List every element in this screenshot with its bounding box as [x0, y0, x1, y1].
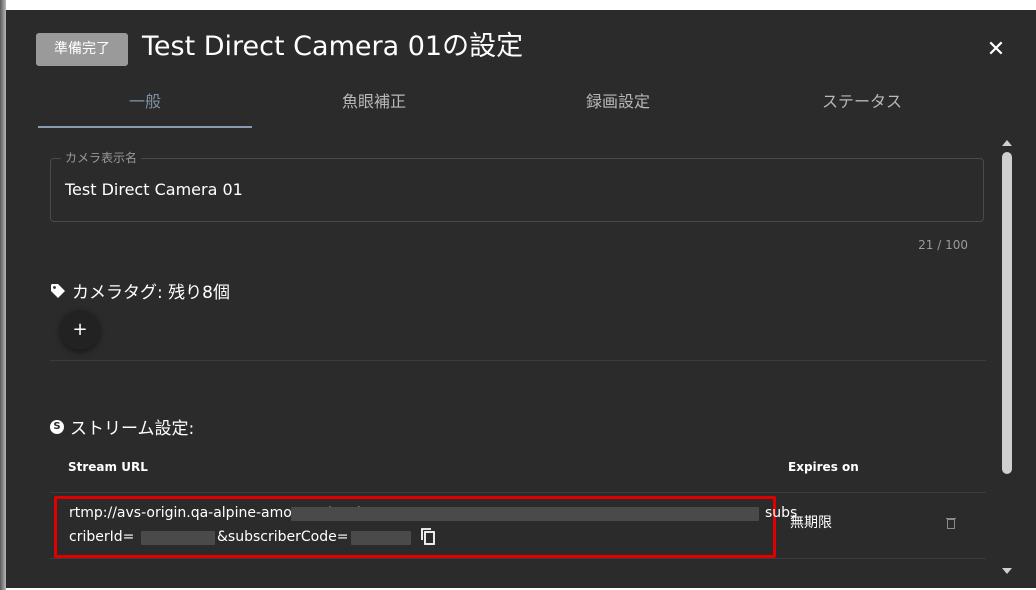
redacted-region	[291, 507, 759, 521]
tab-general[interactable]: 一般	[38, 82, 252, 128]
stream-url-part4: &subscriberCode=	[217, 529, 349, 545]
camera-settings-dialog: 準備完了 Test Direct Camera 01の設定 ✕ 一般 魚眼補正 …	[6, 10, 1036, 588]
stream-settings-heading: S ストリーム設定:	[50, 414, 194, 439]
delete-icon[interactable]	[946, 514, 956, 533]
camera-display-name-label: カメラ表示名	[61, 150, 142, 166]
general-tab-content: カメラ表示名 Test Direct Camera 01 21 / 100 カメ…	[38, 132, 988, 588]
plus-icon: +	[72, 319, 88, 340]
add-tag-button[interactable]: +	[60, 310, 100, 350]
redacted-region	[351, 531, 411, 545]
scroll-up-arrow-icon[interactable]	[1002, 140, 1012, 146]
scrollbar-thumb[interactable]	[1002, 152, 1012, 474]
tab-bar: 一般 魚眼補正 録画設定 ステータス	[38, 82, 984, 130]
close-icon: ✕	[986, 37, 1006, 62]
scroll-down-arrow-icon[interactable]	[1002, 568, 1012, 574]
camera-display-name-input[interactable]: Test Direct Camera 01	[65, 179, 243, 201]
character-counter: 21 / 100	[918, 238, 968, 252]
stream-settings-label: ストリーム設定:	[70, 419, 195, 439]
stream-icon: S	[50, 419, 64, 434]
column-header-expires-on: Expires on	[788, 460, 859, 474]
vertical-scrollbar[interactable]	[1000, 132, 1014, 588]
tab-recording-settings[interactable]: 録画設定	[496, 82, 740, 128]
tab-status[interactable]: ステータス	[740, 82, 984, 128]
close-button[interactable]: ✕	[980, 34, 1012, 66]
redacted-region	[141, 531, 215, 545]
stream-url-highlight: rtmp://avs-origin.qa-alpine-amo.com/avs/…	[54, 496, 797, 558]
tab-fisheye-correction[interactable]: 魚眼補正	[252, 82, 496, 128]
stream-url-part3: criberId=	[69, 529, 135, 545]
table-row-divider	[50, 558, 986, 559]
section-divider	[50, 360, 986, 361]
status-badge: 準備完了	[36, 33, 128, 66]
camera-tags-label: カメラタグ: 残り8個	[72, 283, 230, 303]
active-tab-indicator	[38, 126, 252, 128]
table-header-divider	[50, 492, 986, 493]
camera-tags-heading: カメラタグ: 残り8個	[50, 278, 230, 303]
copy-icon[interactable]	[421, 528, 435, 549]
camera-display-name-field[interactable]: カメラ表示名 Test Direct Camera 01	[50, 150, 984, 222]
tag-icon	[51, 283, 65, 298]
dialog-title: Test Direct Camera 01の設定	[142, 31, 524, 62]
column-header-stream-url: Stream URL	[68, 460, 148, 474]
expires-value: 無期限	[790, 515, 832, 531]
